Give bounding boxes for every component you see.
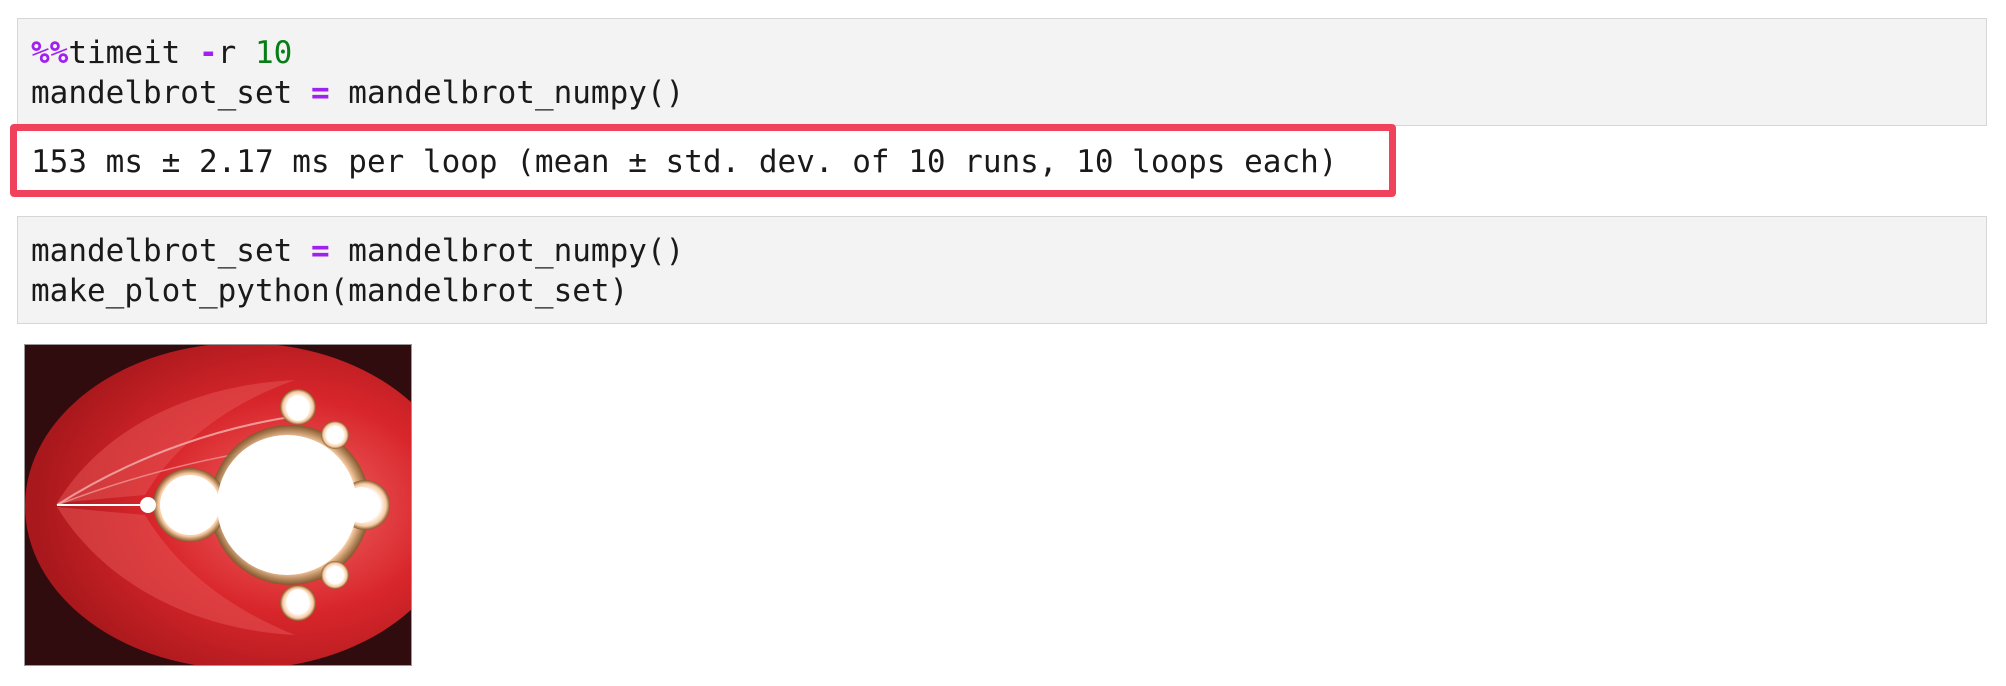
code-editor[interactable]: mandelbrot_set = mandelbrot_numpy() make… xyxy=(31,231,684,311)
flag-dash: - xyxy=(198,35,218,71)
assign-operator: = xyxy=(310,233,330,269)
code-cell-timeit[interactable]: %%timeit -r 10 mandelbrot_set = mandelbr… xyxy=(17,18,1987,126)
assign-target: mandelbrot_set xyxy=(31,233,311,269)
flag-value: 10 xyxy=(254,35,293,71)
function-call: mandelbrot_numpy() xyxy=(329,75,685,111)
assign-target: mandelbrot_set xyxy=(31,75,311,111)
plot-call: make_plot_python(mandelbrot_set) xyxy=(31,273,629,309)
mandelbrot-image xyxy=(25,345,411,665)
code-editor[interactable]: %%timeit -r 10 mandelbrot_set = mandelbr… xyxy=(31,33,684,113)
code-cell-plot[interactable]: mandelbrot_set = mandelbrot_numpy() make… xyxy=(17,216,1987,324)
assign-operator: = xyxy=(310,75,330,111)
function-call: mandelbrot_numpy() xyxy=(329,233,685,269)
magic-command: timeit xyxy=(68,35,199,71)
magic-prefix: %% xyxy=(31,35,69,71)
mandelbrot-set-plot xyxy=(24,344,412,666)
timeit-result-text: 153 ms ± 2.17 ms per loop (mean ± std. d… xyxy=(31,144,1338,180)
flag-name: r xyxy=(217,35,255,71)
timeit-output-highlighted: 153 ms ± 2.17 ms per loop (mean ± std. d… xyxy=(10,124,1396,197)
